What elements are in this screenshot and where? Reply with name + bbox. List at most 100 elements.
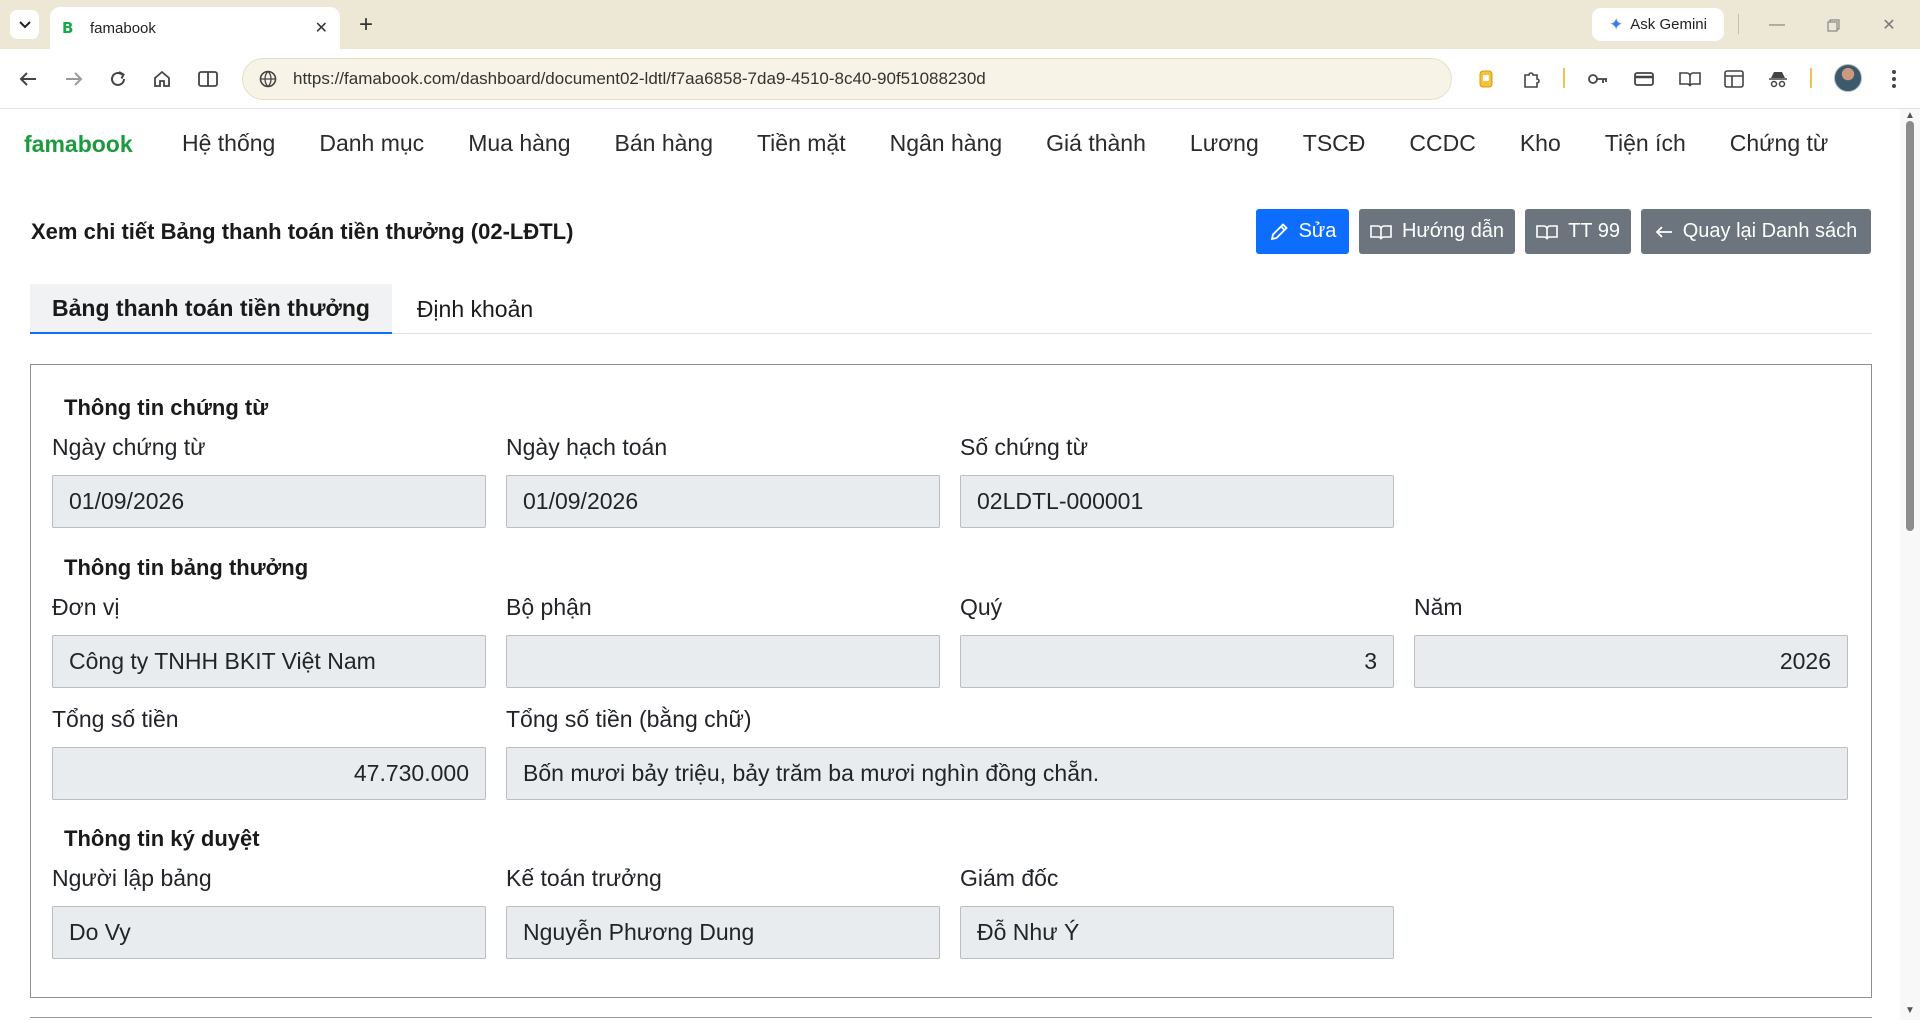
new-tab-button[interactable]: + [352,11,380,39]
post-date-label: Ngày hạch toán [506,434,668,460]
extensions-puzzle-icon[interactable] [1518,65,1546,93]
minimize-icon[interactable]: — [1764,12,1790,38]
quarter-field[interactable]: 3 [960,635,1394,688]
menu-item-mua-hang[interactable]: Mua hàng [446,130,592,157]
section-bonus-info-title: Thông tin bảng thưởng [64,555,309,580]
main-menu: Hệ thống Danh mục Mua hàng Bán hàng Tiền… [160,130,1850,157]
pencil-icon [1270,222,1288,240]
site-info-icon[interactable] [257,68,279,90]
menu-item-gia-thanh[interactable]: Giá thành [1024,130,1168,157]
toolbar-divider [1563,68,1565,88]
forward-arrow-icon[interactable] [60,65,88,93]
total-label: Tổng số tiền [52,706,179,732]
tab-search-button[interactable] [10,10,39,39]
reading-mode-icon[interactable] [1676,65,1704,93]
menu-item-ban-hang[interactable]: Bán hàng [593,130,735,157]
tabbar-divider [1738,14,1739,34]
toolbar-divider-2 [1810,68,1812,88]
year-label: Năm [1414,594,1463,620]
scrollbar-thumb[interactable] [1906,121,1914,531]
profile-avatar[interactable] [1834,64,1862,92]
dept-label: Bộ phận [506,594,592,620]
menu-item-tien-ich[interactable]: Tiện ích [1583,130,1708,157]
back-to-list-button[interactable]: Quay lại Danh sách [1641,209,1871,254]
split-view-icon[interactable] [194,65,222,93]
back-arrow-icon[interactable] [14,65,42,93]
tt99-button-label: TT 99 [1568,220,1620,242]
guide-button-label: Hướng dẫn [1401,220,1505,242]
total-words-label: Tổng số tiền (bằng chữ) [506,706,752,732]
scroll-up-icon[interactable]: ▲ [1905,111,1915,121]
tt99-button[interactable]: TT 99 [1525,209,1631,254]
ask-gemini-label: Ask Gemini [1630,16,1707,33]
book-open-icon [1536,224,1558,239]
incognito-icon[interactable] [1764,65,1792,93]
menu-item-ccdc[interactable]: CCDC [1387,130,1497,157]
director-label: Giám đốc [960,865,1059,891]
page-header: Xem chi tiết Bảng thanh toán tiền thưởng… [30,209,1872,255]
edit-button-label: Sửa [1298,220,1337,242]
close-tab-icon[interactable]: ✕ [315,18,328,38]
payment-card-icon[interactable] [1630,65,1658,93]
quarter-label: Quý [960,594,1003,620]
preparer-label: Người lập bảng [52,865,212,891]
address-bar[interactable]: https://famabook.com/dashboard/document0… [242,58,1452,100]
doc-date-field[interactable]: 01/09/2026 [52,475,486,528]
detail-tabs: Bảng thanh toán tiền thưởng Định khoản [30,284,1872,334]
tab-accounting[interactable]: Định khoản [392,284,558,334]
doc-no-field[interactable]: 02LDTL-000001 [960,475,1394,528]
book-open-icon [1370,224,1392,239]
browser-tab-bar: B famabook ✕ + ✦ Ask Gemini — ✕ [0,0,1920,49]
reload-icon[interactable] [104,65,132,93]
unit-label: Đơn vị [52,594,120,620]
menu-item-chung-tu[interactable]: Chứng từ [1708,130,1851,157]
home-icon[interactable] [148,65,176,93]
table-icon[interactable] [1720,65,1748,93]
notes-extension-icon[interactable] [1472,65,1500,93]
dept-field[interactable] [506,635,940,688]
menu-item-danh-muc[interactable]: Danh mục [297,130,446,157]
post-date-field[interactable]: 01/09/2026 [506,475,940,528]
document-panel: Thông tin chứng từ Ngày chứng từ 01/09/2… [30,364,1872,998]
chief-accountant-field[interactable]: Nguyễn Phương Dung [506,906,940,959]
browser-tab[interactable]: B famabook ✕ [50,7,340,49]
guide-button[interactable]: Hướng dẫn [1359,209,1515,254]
famabook-favicon-icon: B [62,19,74,37]
restore-icon[interactable] [1820,12,1846,38]
brand-logo[interactable]: famabook [24,131,133,158]
back-to-list-label: Quay lại Danh sách [1682,220,1858,242]
edit-button[interactable]: Sửa [1256,209,1349,254]
page-title: Xem chi tiết Bảng thanh toán tiền thưởng… [31,219,574,244]
menu-item-he-thong[interactable]: Hệ thống [160,130,297,157]
chief-accountant-label: Kế toán trưởng [506,865,662,891]
unit-field[interactable]: Công ty TNHH BKIT Việt Nam [52,635,486,688]
menu-item-tscd[interactable]: TSCĐ [1281,130,1388,157]
url-text: https://famabook.com/dashboard/document0… [293,69,986,88]
menu-item-kho[interactable]: Kho [1498,130,1583,157]
year-field[interactable]: 2026 [1414,635,1848,688]
panel-divider [30,1017,1872,1018]
menu-item-luong[interactable]: Lương [1168,130,1281,157]
page-content: famabook Hệ thống Danh mục Mua hàng Bán … [0,109,1900,1020]
close-window-icon[interactable]: ✕ [1876,12,1902,38]
password-key-icon[interactable] [1584,65,1612,93]
menu-item-tien-mat[interactable]: Tiền mặt [735,130,868,157]
section-doc-info-title: Thông tin chứng từ [64,395,269,420]
total-words-field[interactable]: Bốn mươi bảy triệu, bảy trăm ba mươi ngh… [506,747,1848,800]
menu-item-ngan-hang[interactable]: Ngân hàng [868,130,1025,157]
page-scrollbar[interactable]: ▲ ▼ [1900,109,1920,1020]
gemini-sparkle-icon: ✦ [1609,14,1624,34]
app-navbar: famabook Hệ thống Danh mục Mua hàng Bán … [0,109,1900,179]
preparer-field[interactable]: Do Vy [52,906,486,959]
arrow-left-icon [1655,225,1672,238]
chevron-down-icon [18,20,31,28]
section-approval-title: Thông tin ký duyệt [64,826,260,851]
browser-toolbar: https://famabook.com/dashboard/document0… [0,49,1920,109]
tab-bonus-table[interactable]: Bảng thanh toán tiền thưởng [30,284,392,334]
tab-title: famabook [90,19,156,37]
ask-gemini-button[interactable]: ✦ Ask Gemini [1592,8,1724,41]
director-field[interactable]: Đỗ Như Ý [960,906,1394,959]
scroll-down-icon[interactable]: ▼ [1905,1006,1915,1016]
total-field[interactable]: 47.730.000 [52,747,486,800]
more-menu-icon[interactable] [1880,65,1908,93]
